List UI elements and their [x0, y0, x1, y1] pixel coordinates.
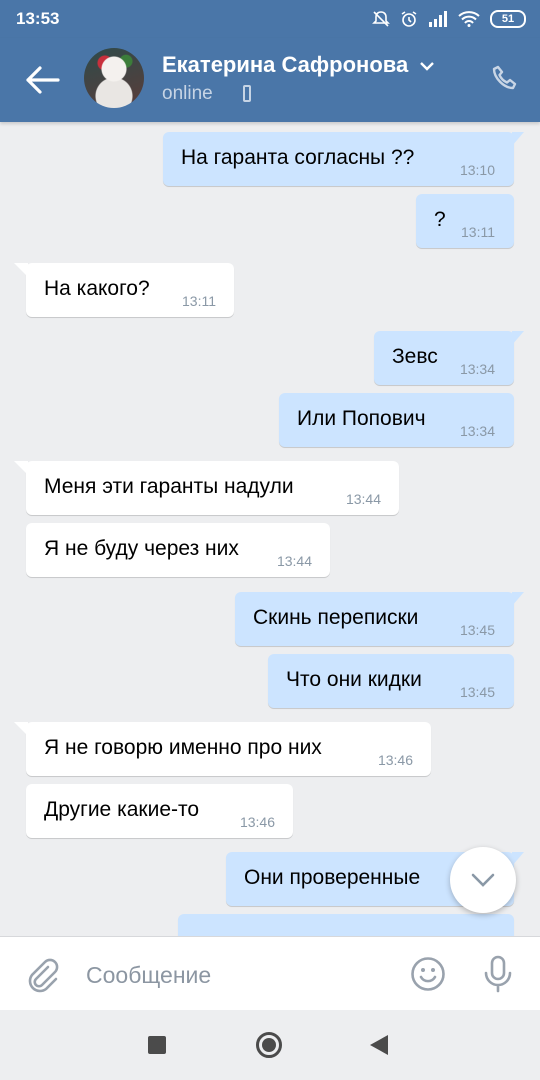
microphone-icon[interactable]	[483, 955, 513, 993]
message-text: Другие какие-то	[44, 798, 200, 821]
message-time: 13:44	[276, 553, 312, 569]
message-bubble[interactable]: Другие какие-то 13:46	[26, 784, 293, 838]
message-text: На гаранта согласны ??	[181, 146, 415, 169]
message-bubble[interactable]: Зевс 13:34	[374, 331, 524, 385]
message-text: Меня эти гаранты надули	[44, 475, 294, 498]
chevron-down-icon	[471, 873, 495, 887]
recents-square-icon[interactable]	[148, 1036, 166, 1054]
chat-header: Екатерина Сафронова online	[0, 38, 540, 122]
message-time: 13:11	[182, 293, 216, 309]
message-text: Они проверенные	[244, 866, 421, 889]
message-bubble[interactable]: Скинь переписки 13:45	[235, 592, 524, 646]
battery-indicator: 51	[490, 10, 526, 28]
mute-bell-icon	[372, 11, 390, 27]
message-time: 13:10	[459, 162, 495, 178]
message-text: Или Попович	[297, 407, 426, 430]
home-circle-icon[interactable]	[256, 1032, 282, 1058]
message-bubble[interactable]: Я не буду через них 13:44	[26, 523, 330, 577]
message-time: 13:45	[459, 622, 495, 638]
wifi-icon	[458, 11, 480, 27]
message-time: 13:46	[377, 752, 413, 768]
contact-name[interactable]: Екатерина Сафронова	[162, 52, 408, 78]
bubble-tail	[512, 592, 524, 606]
status-icons: 51	[372, 8, 526, 30]
system-navigation-bar	[0, 1010, 540, 1080]
message-time: 13:11	[461, 224, 495, 240]
signal-icon	[429, 11, 447, 27]
message-bubble[interactable]: Что они кидки 13:45	[268, 654, 514, 708]
bubble-tail	[512, 132, 524, 146]
message-time: 13:34	[459, 423, 495, 439]
avatar[interactable]	[84, 48, 144, 108]
message-bubble[interactable]: Я не говорю именно про них 13:46	[14, 722, 431, 776]
message-text: На какого?	[44, 277, 150, 300]
scroll-to-bottom-button[interactable]	[450, 847, 516, 913]
back-arrow-icon[interactable]	[22, 62, 62, 98]
message-time: 13:46	[239, 814, 275, 830]
message-text: Скинь переписки	[253, 606, 419, 629]
status-time: 13:53	[16, 9, 60, 28]
bubble-tail	[512, 852, 524, 866]
message-bubble[interactable]: Или Попович 13:34	[279, 393, 514, 447]
message-text: Я не буду через них	[44, 537, 239, 560]
message-time: 13:34	[459, 361, 495, 377]
message-bubble[interactable]: Меня эти гаранты надули 13:44	[14, 461, 399, 515]
message-text: ?	[434, 208, 446, 231]
status-bar: 13:53 51	[0, 0, 540, 38]
phone-icon[interactable]	[490, 64, 520, 94]
bubble-tail	[14, 461, 28, 475]
message-bubble-partial[interactable]	[178, 914, 514, 936]
message-bubble[interactable]: На гаранта согласны ?? 13:10	[163, 132, 524, 186]
bubble-tail	[512, 331, 524, 345]
back-triangle-icon[interactable]	[370, 1035, 388, 1055]
mobile-device-icon	[243, 85, 251, 102]
chevron-down-icon[interactable]	[418, 60, 436, 72]
message-time: 13:44	[345, 491, 381, 507]
alarm-icon	[401, 11, 417, 27]
message-list[interactable]: На гаранта согласны ?? 13:10 ? 13:11 На …	[0, 122, 540, 936]
message-bubble[interactable]: На какого? 13:11	[14, 263, 234, 317]
message-bubble[interactable]: ? 13:11	[416, 194, 514, 248]
contact-status: online	[162, 83, 213, 104]
message-text: Что они кидки	[286, 668, 422, 691]
message-text: Я не говорю именно про них	[44, 736, 322, 759]
message-time: 13:45	[459, 684, 495, 700]
message-text: Зевс	[392, 345, 438, 368]
message-input[interactable]	[84, 955, 388, 995]
bubble-tail	[14, 263, 28, 277]
paperclip-icon[interactable]	[24, 957, 60, 993]
smile-icon[interactable]	[410, 956, 446, 992]
message-composer	[0, 936, 540, 1011]
bubble-tail	[14, 722, 28, 736]
